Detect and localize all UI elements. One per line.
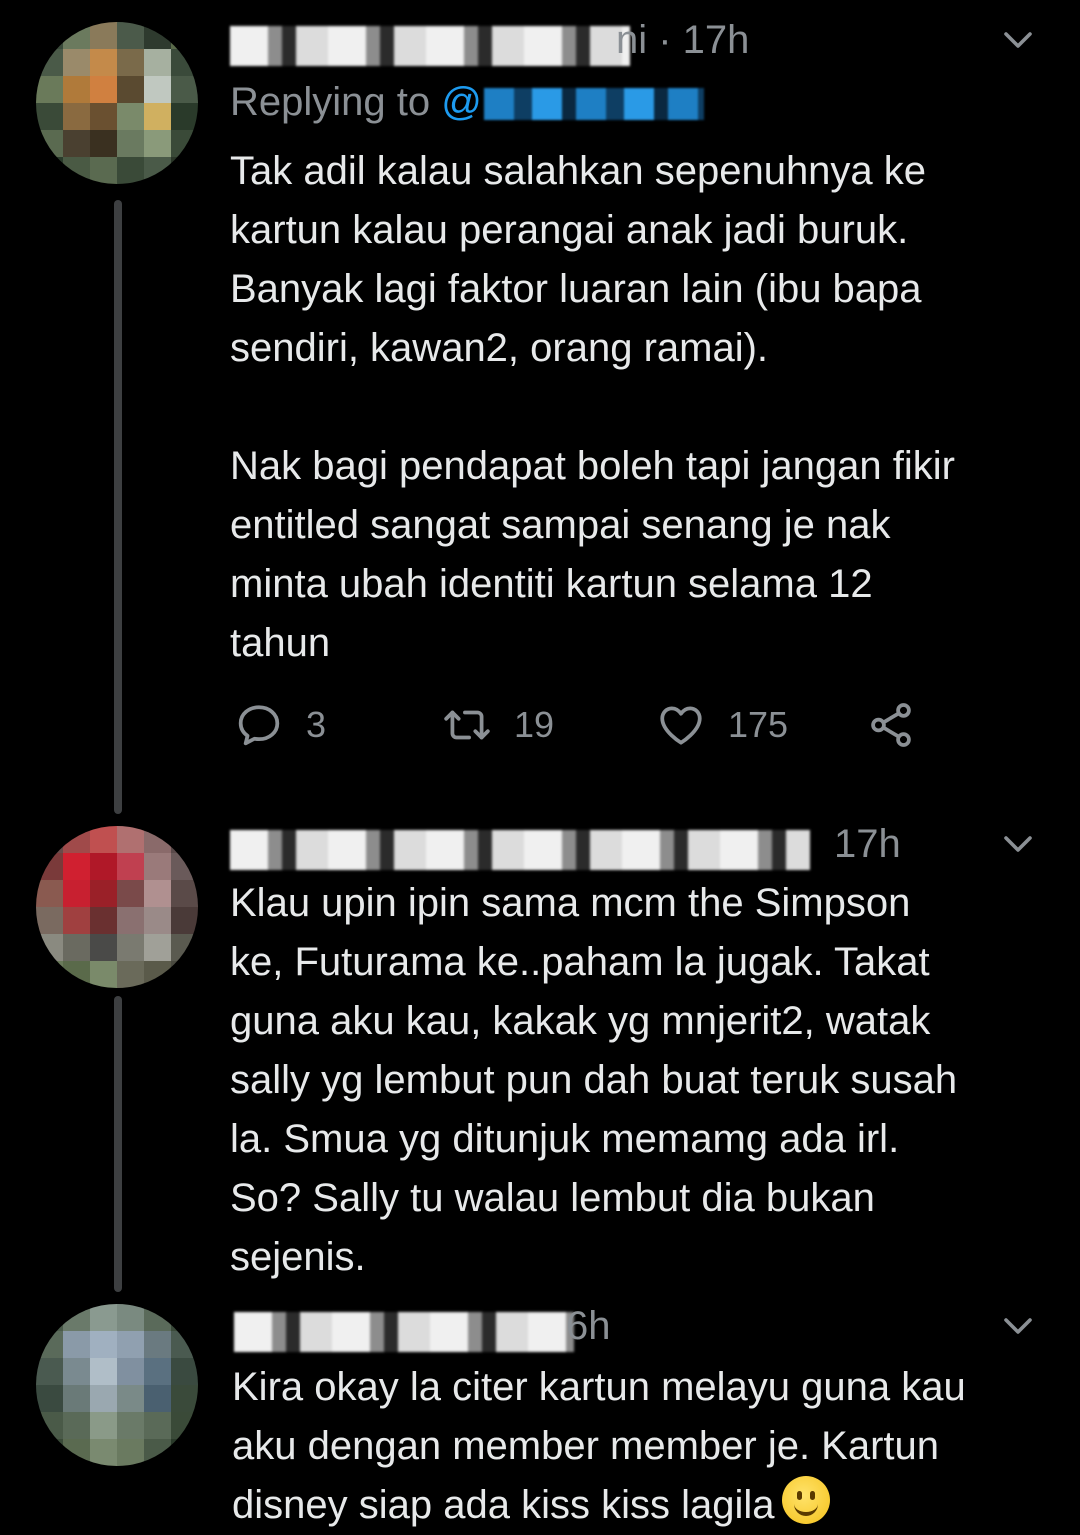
avatar[interactable] [36, 826, 198, 988]
share-icon [871, 703, 911, 747]
retweet-button[interactable]: 19 [442, 700, 554, 750]
replying-to-handle[interactable]: @ [441, 80, 482, 124]
chevron-down-icon[interactable] [1000, 826, 1036, 862]
like-button[interactable]: 175 [656, 700, 788, 750]
tweet-1[interactable]: ni · 17h Replying to @ Tak adil kalau sa… [0, 0, 1080, 800]
blurred-handle[interactable] [483, 88, 704, 121]
chevron-down-icon[interactable] [1000, 1308, 1036, 1344]
reply-icon [238, 705, 280, 746]
tweet-header: ni · 17h [230, 18, 1040, 74]
slightly-smiling-face-emoji [782, 1476, 831, 1524]
blurred-user-name[interactable] [234, 1312, 574, 1352]
replying-to: Replying to @ [230, 80, 704, 125]
tweet-time: 6h [566, 1304, 611, 1348]
tweet-time: ni · 17h [616, 18, 750, 62]
tweet-header: 17h [230, 822, 1040, 878]
like-icon [660, 706, 702, 745]
blurred-user-name[interactable] [230, 830, 810, 870]
reply-count: 3 [306, 704, 327, 745]
share-button[interactable] [866, 700, 916, 750]
tweet-actions: 3 19 175 [230, 700, 1030, 760]
retweet-count: 19 [514, 704, 555, 745]
replying-to-label: Replying to [230, 80, 442, 124]
reply-button[interactable]: 3 [234, 700, 326, 750]
tweet-header: 6h [230, 1304, 1040, 1360]
blurred-user-name[interactable] [230, 26, 630, 66]
tweet-text: Kira okay la citer kartun melayu guna ka… [232, 1358, 1052, 1535]
like-count: 175 [728, 704, 789, 745]
retweet-icon [444, 710, 490, 740]
tweet-text-content: Kira okay la citer kartun melayu guna ka… [232, 1365, 966, 1527]
avatar[interactable] [36, 22, 198, 184]
avatar[interactable] [36, 1304, 198, 1466]
tweet-text: Tak adil kalau salahkan sepenuhnya ke ka… [230, 149, 955, 665]
tweet-text: Klau upin ipin sama mcm the Simpson ke, … [230, 881, 958, 1279]
tweet-time: 17h [834, 822, 901, 866]
tweet-2[interactable]: 17h Klau upin ipin sama mcm the Simpson … [0, 800, 1080, 1300]
chevron-down-icon[interactable] [1000, 22, 1036, 58]
tweet-3[interactable]: 6h Kira okay la citer kartun melayu guna… [0, 1300, 1080, 1528]
